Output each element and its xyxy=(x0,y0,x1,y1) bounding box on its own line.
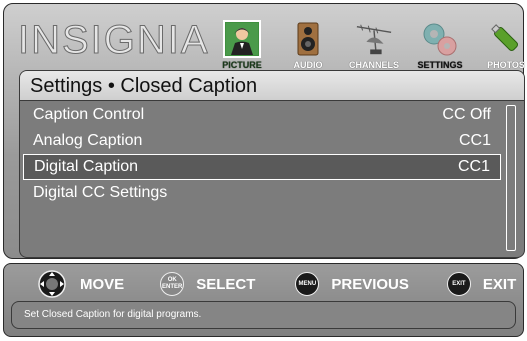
button-hints: MOVE OK ENTER SELECT MENU PREVIOUS EXIT … xyxy=(4,269,523,299)
item-value: CC Off xyxy=(442,106,491,123)
gears-icon xyxy=(421,20,459,58)
tab-label: AUDIO xyxy=(293,60,323,70)
hint-move: MOVE xyxy=(38,270,124,298)
list-item-caption-control[interactable]: Caption Control CC Off xyxy=(23,102,501,128)
caption-settings-list: Caption Control CC Off Analog Caption CC… xyxy=(23,102,501,206)
item-label: Caption Control xyxy=(33,106,145,123)
hint-label: SELECT xyxy=(196,275,256,293)
hint-label: MOVE xyxy=(80,275,125,293)
exit-button-icon: EXIT xyxy=(446,272,471,296)
page-title: Settings • Closed Caption xyxy=(20,71,524,101)
tab-picture[interactable]: PICTURE xyxy=(209,12,275,70)
list-item-analog-caption[interactable]: Analog Caption CC1 xyxy=(23,128,501,154)
hint-previous: MENU PREVIOUS xyxy=(295,272,409,296)
item-label: Digital Caption xyxy=(34,158,139,175)
tab-label: SETTINGS xyxy=(417,60,463,70)
item-label: Analog Caption xyxy=(33,132,143,149)
tab-channels[interactable]: CHANNELS xyxy=(341,12,407,70)
settings-panel: Settings • Closed Caption Caption Contro… xyxy=(19,70,525,258)
hint-label: EXIT xyxy=(482,275,517,293)
item-label: Digital CC Settings xyxy=(33,184,168,201)
help-text: Set Closed Caption for digital programs. xyxy=(11,301,516,329)
ok-enter-icon: OK ENTER xyxy=(160,272,185,296)
picture-icon xyxy=(223,20,261,58)
hint-exit: EXIT EXIT xyxy=(446,272,517,296)
dpad-icon xyxy=(38,270,66,298)
tab-label: CHANNELS xyxy=(348,60,399,70)
footer-bar: MOVE OK ENTER SELECT MENU PREVIOUS EXIT … xyxy=(3,263,524,337)
antenna-icon xyxy=(355,20,393,58)
top-menu-frame: INSIGNIA PICTURE AUDIO CHANNELS SETTINGS… xyxy=(3,3,527,259)
tab-photos[interactable]: PHOTOS xyxy=(473,12,527,70)
speaker-icon xyxy=(289,20,327,58)
menu-button-icon: MENU xyxy=(295,272,320,296)
tab-settings[interactable]: SETTINGS xyxy=(407,12,473,70)
item-value: CC1 xyxy=(458,132,491,149)
list-item-digital-cc-settings[interactable]: Digital CC Settings xyxy=(23,180,501,206)
menu-tabs: PICTURE AUDIO CHANNELS SETTINGS PHOTOS xyxy=(209,12,527,70)
scrollbar[interactable] xyxy=(506,105,516,251)
list-item-digital-caption[interactable]: Digital Caption CC1 xyxy=(23,154,501,180)
tab-label: PICTURE xyxy=(222,60,262,70)
brand-logo: INSIGNIA xyxy=(18,18,210,63)
item-value: CC1 xyxy=(457,158,490,175)
usb-drive-icon xyxy=(487,20,525,58)
tab-audio[interactable]: AUDIO xyxy=(275,12,341,70)
tab-label: PHOTOS xyxy=(487,60,525,70)
hint-select: OK ENTER SELECT xyxy=(160,272,255,296)
hint-label: PREVIOUS xyxy=(331,275,409,293)
